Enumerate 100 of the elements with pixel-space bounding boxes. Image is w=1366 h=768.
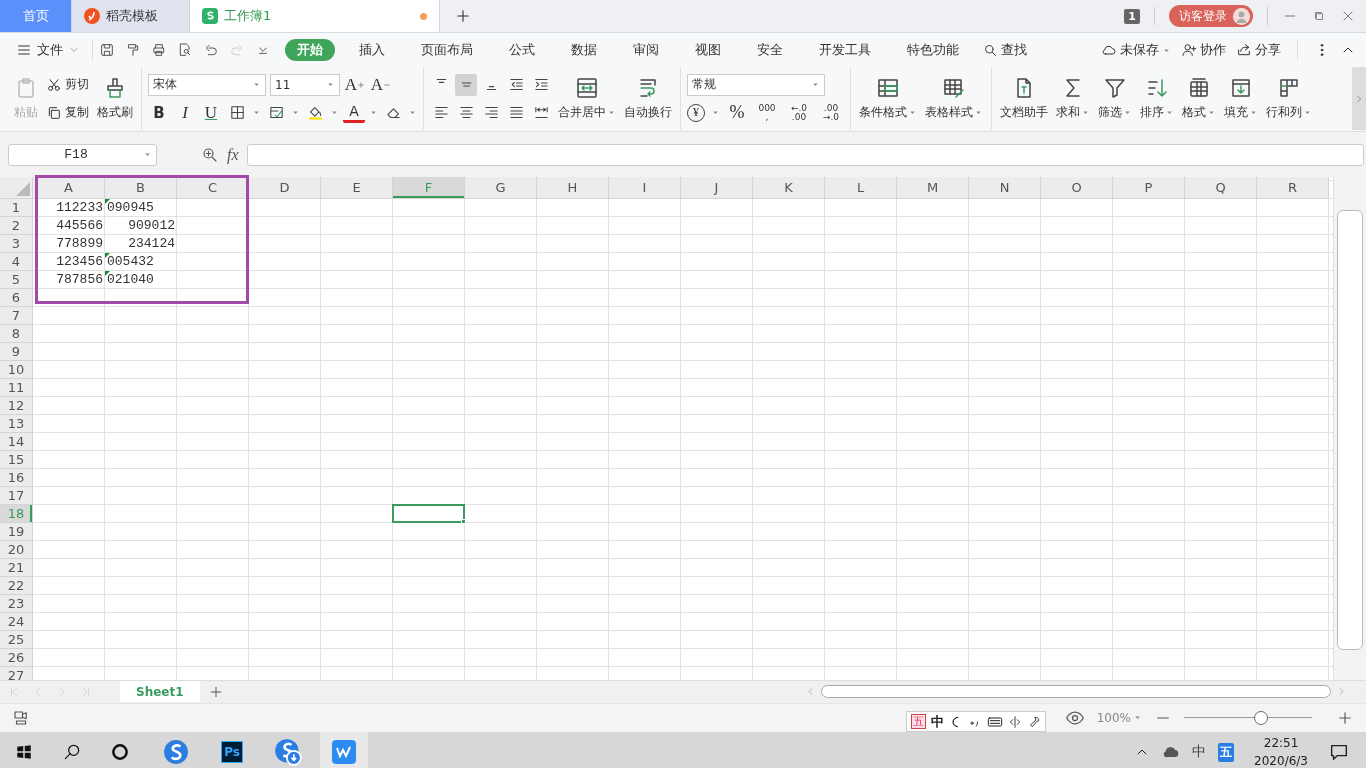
row-header[interactable]: 15 <box>0 451 33 469</box>
search-button[interactable]: 查找 <box>983 41 1027 59</box>
ribbon-tab[interactable]: 审阅 <box>621 39 671 61</box>
table-cell-text: 445566 <box>55 217 104 235</box>
zoom-level-button[interactable]: 100% <box>1096 710 1142 725</box>
row-header[interactable]: 26 <box>0 649 33 667</box>
row-header[interactable]: 24 <box>0 613 33 631</box>
table-style-button[interactable]: 表格样式 <box>923 70 985 127</box>
row-header[interactable]: 1 <box>0 199 33 217</box>
column-header[interactable]: N <box>969 177 1041 199</box>
row-header[interactable]: 25 <box>0 631 33 649</box>
row-header[interactable]: 13 <box>0 415 33 433</box>
row-header[interactable]: 22 <box>0 577 33 595</box>
column-header[interactable]: L <box>825 177 897 199</box>
table-cell-text: 005432 <box>105 253 155 271</box>
row-header[interactable]: 3 <box>0 235 33 253</box>
font-color-button[interactable]: A <box>343 102 365 123</box>
row-header[interactable]: 4 <box>0 253 33 271</box>
column-header[interactable]: G <box>465 177 537 199</box>
row-header[interactable]: 12 <box>0 397 33 415</box>
input-method-indicator[interactable]: 五 <box>1218 742 1235 762</box>
column-header[interactable]: P <box>1113 177 1185 199</box>
document-tab[interactable]: 工作簿1 <box>190 0 440 32</box>
copy-button[interactable]: 复制 <box>44 101 91 124</box>
login-button[interactable]: 访客登录 <box>1169 5 1253 27</box>
wrap-text-button[interactable]: 自动换行 <box>622 70 674 127</box>
row-header[interactable]: 16 <box>0 469 33 487</box>
window-count-badge[interactable]: 1 <box>1124 8 1140 24</box>
rows-columns-button[interactable]: 行和列 <box>1264 70 1314 127</box>
table-cell-text: 909012 <box>127 217 176 235</box>
column-header[interactable]: I <box>609 177 681 199</box>
ribbon-tab[interactable]: 页面布局 <box>409 39 485 61</box>
format-button[interactable]: 格式 <box>1180 70 1218 127</box>
ribbon-tab[interactable]: 开发工具 <box>807 39 883 61</box>
sort-button[interactable]: 排序 <box>1138 70 1176 127</box>
row-header[interactable]: 17 <box>0 487 33 505</box>
font-name-select[interactable]: 宋体 <box>148 73 266 96</box>
column-header[interactable]: E <box>321 177 393 199</box>
clock[interactable]: 22:51 2020/6/3 <box>1254 734 1308 768</box>
increase-decimal-button[interactable]: ←.0 .00 <box>786 101 812 124</box>
row-header[interactable]: 23 <box>0 595 33 613</box>
underline-button[interactable]: U <box>200 101 222 124</box>
row-header[interactable]: 8 <box>0 325 33 343</box>
row-header[interactable]: 10 <box>0 361 33 379</box>
row-header[interactable]: 5 <box>0 271 33 289</box>
row-header[interactable]: 2 <box>0 217 33 235</box>
row-header[interactable]: 14 <box>0 433 33 451</box>
row-header[interactable]: 7 <box>0 307 33 325</box>
name-box[interactable]: F18 <box>8 143 157 166</box>
ribbon-tab[interactable]: 安全 <box>745 39 795 61</box>
share-button[interactable]: 分享 <box>1236 41 1281 59</box>
column-header[interactable]: J <box>681 177 753 199</box>
row-header[interactable]: 9 <box>0 343 33 361</box>
collaborate-button[interactable]: 协作 <box>1181 41 1226 59</box>
row-header[interactable]: 27 <box>0 667 33 680</box>
ribbon-tab[interactable]: 视图 <box>683 39 733 61</box>
column-header[interactable]: B <box>105 177 177 199</box>
table-cell-text: 234124 <box>127 235 176 253</box>
column-header[interactable]: H <box>537 177 609 199</box>
row-header[interactable]: 19 <box>0 523 33 541</box>
column-header[interactable]: K <box>753 177 825 199</box>
function-button[interactable]: fx <box>227 145 239 164</box>
ribbon-tab[interactable]: 数据 <box>559 39 609 61</box>
column-header[interactable]: M <box>897 177 969 199</box>
shrink-font-button[interactable]: A <box>370 73 392 96</box>
save-status-button[interactable]: 未保存 <box>1101 41 1171 59</box>
conditional-format-button[interactable]: 条件格式 <box>857 70 919 127</box>
language-indicator[interactable]: 中 <box>1192 743 1207 761</box>
filter-button[interactable]: 筛选 <box>1096 70 1134 127</box>
format-painter-button[interactable]: 格式刷 <box>95 70 135 127</box>
document-tab[interactable]: 稻壳模板 <box>72 0 190 32</box>
decrease-decimal-button[interactable]: .00 →.0 <box>818 101 844 124</box>
doc-assistant-button[interactable]: 文档助手 <box>998 70 1050 127</box>
font-size-select[interactable]: 11 <box>270 73 340 96</box>
fill-button[interactable]: 填充 <box>1222 70 1260 127</box>
ribbon-tab[interactable]: 公式 <box>497 39 547 61</box>
sum-button[interactable]: 求和 <box>1054 70 1092 127</box>
grow-font-button[interactable]: A <box>344 73 366 96</box>
row-header[interactable]: 21 <box>0 559 33 577</box>
bold-button[interactable]: B <box>148 101 170 124</box>
sheet-tab[interactable]: Sheet1 <box>120 681 200 702</box>
merge-center-button[interactable]: 合并居中 <box>556 70 618 127</box>
file-menu[interactable]: 文件 <box>10 37 86 63</box>
taskbar-app-button[interactable]: Ps <box>208 732 256 768</box>
column-header[interactable]: D <box>249 177 321 199</box>
ribbon-tab[interactable]: 特色功能 <box>895 39 971 61</box>
number-format-select[interactable]: 常规 <box>687 73 825 96</box>
percent-button[interactable]: % <box>726 101 748 124</box>
ribbon-tab[interactable]: 插入 <box>347 39 397 61</box>
column-header[interactable]: O <box>1041 177 1113 199</box>
italic-button[interactable]: I <box>174 101 196 124</box>
column-header[interactable]: R <box>1257 177 1329 199</box>
cut-button[interactable]: 剪切 <box>44 73 91 96</box>
row-header[interactable]: 20 <box>0 541 33 559</box>
thousands-separator-button[interactable]: 000 , <box>754 101 780 124</box>
row-header[interactable]: 11 <box>0 379 33 397</box>
language-mode-button[interactable]: 中 <box>931 712 944 731</box>
input-method-button[interactable]: 五 <box>911 714 926 729</box>
column-header[interactable]: Q <box>1185 177 1257 199</box>
row-header[interactable]: 6 <box>0 289 33 307</box>
